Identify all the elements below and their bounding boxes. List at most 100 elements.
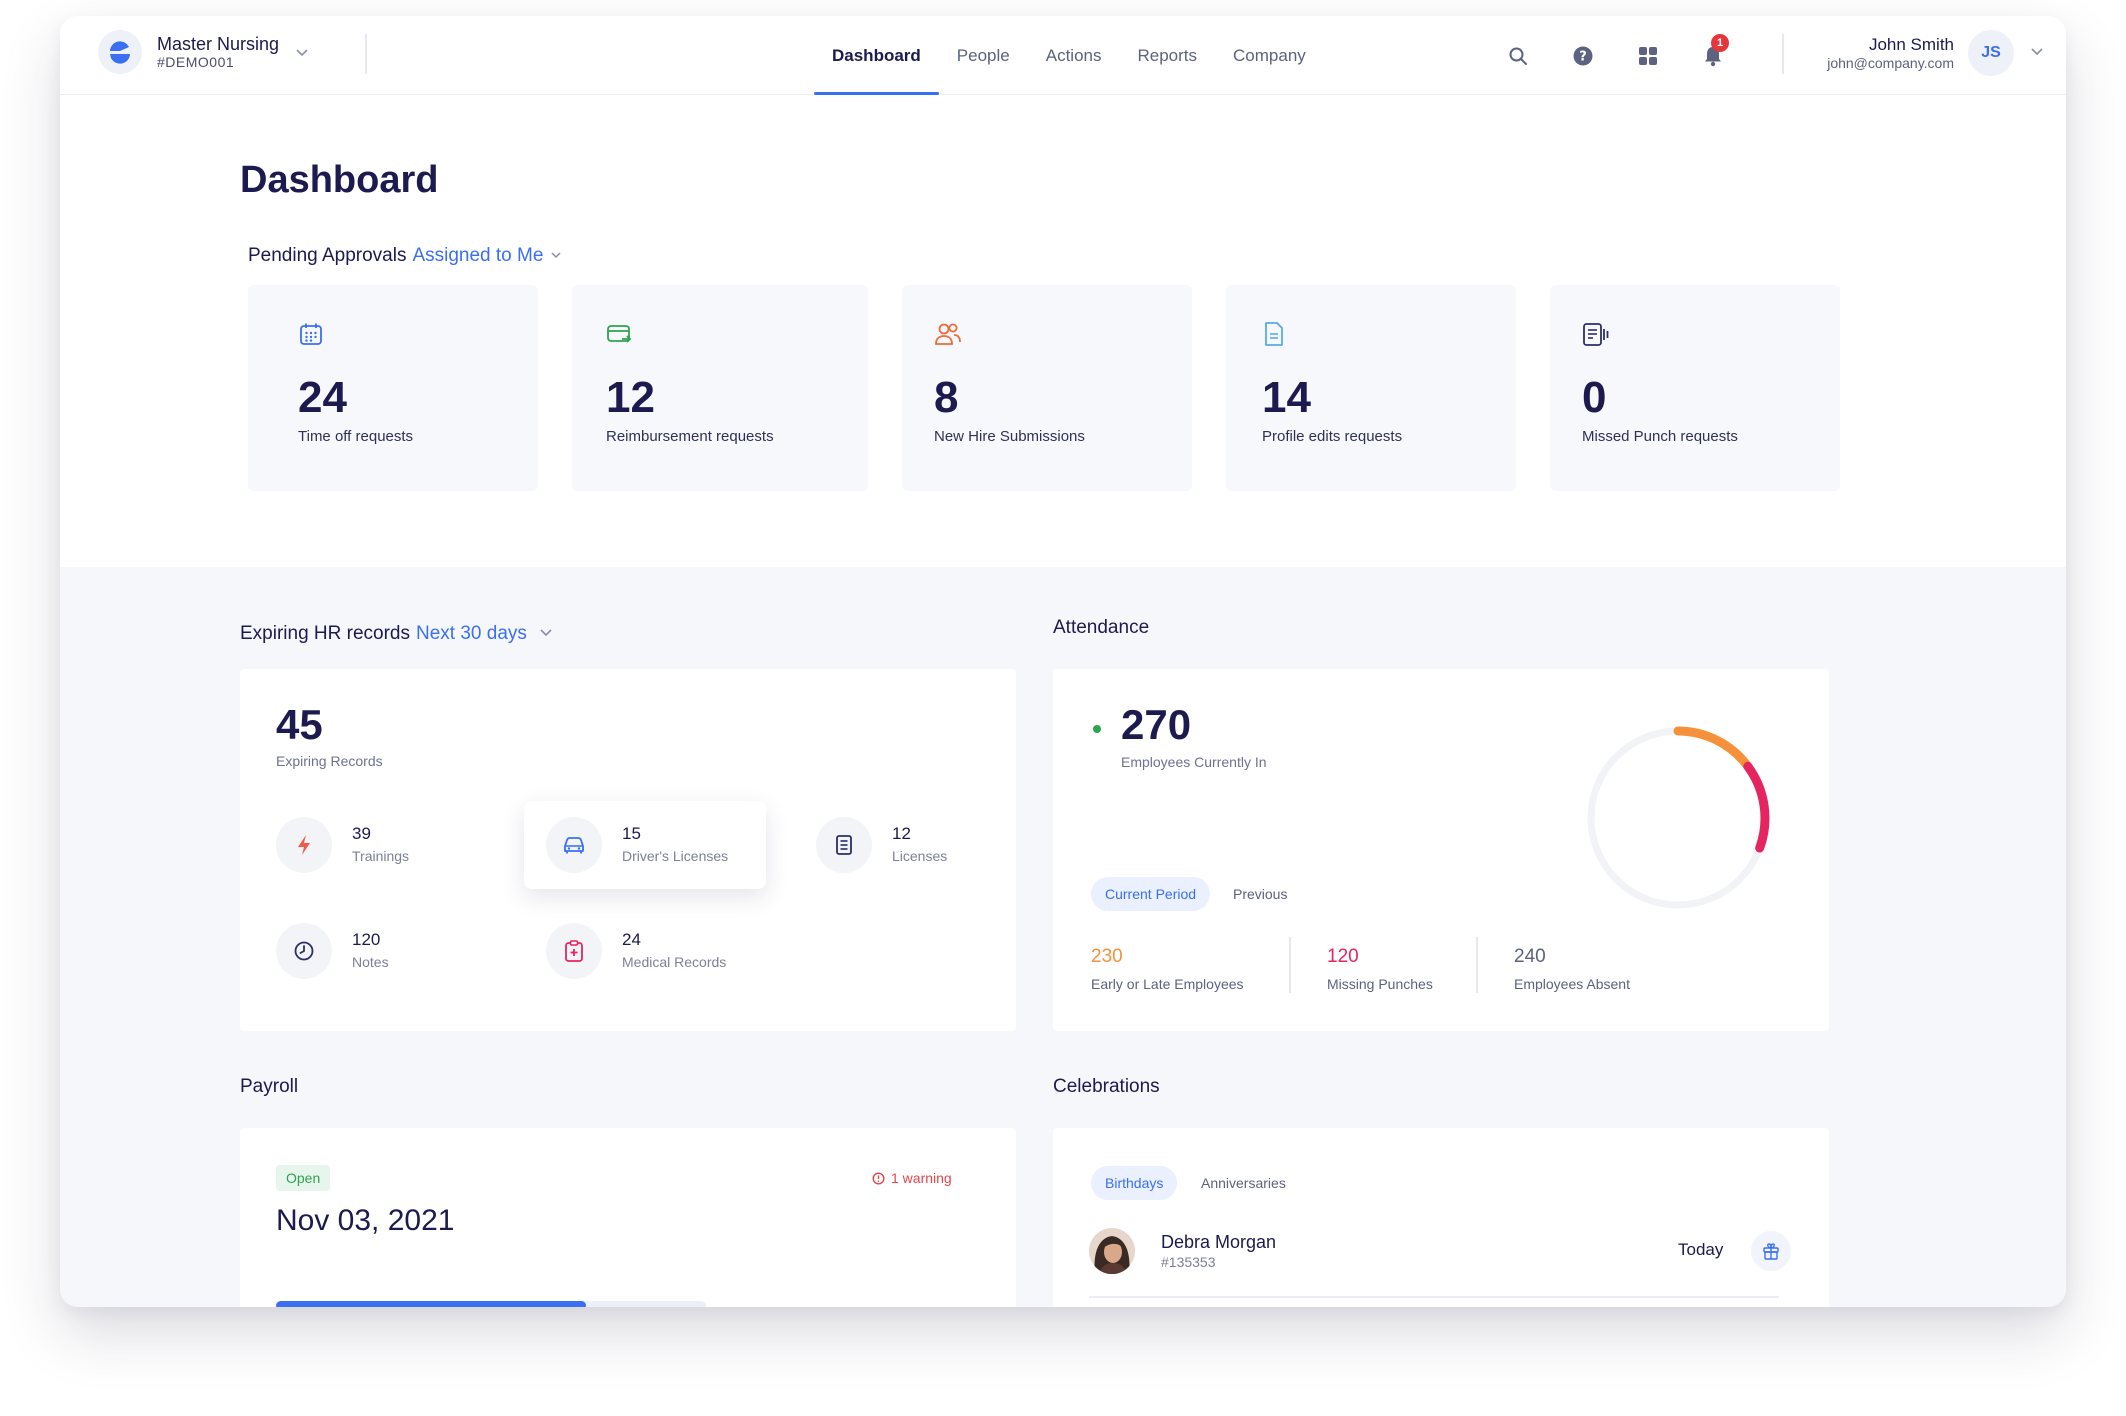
pending-label: Profile edits requests [1262,428,1403,445]
company-logo-icon [98,30,142,74]
pending-card-new-hire[interactable]: 8 New Hire Submissions [902,285,1192,491]
card-transfer-icon [606,321,632,352]
item-count: 15 [622,824,641,843]
pending-count: 12 [606,373,655,422]
item-count: 39 [352,824,371,843]
tab-anniversaries[interactable]: Anniversaries [1187,1166,1300,1200]
celebrations-panel: Birthdays Anniversaries Debra Morgan #13… [1053,1128,1829,1307]
divider [1476,937,1478,993]
expiring-item-notes[interactable]: 120 Notes [276,923,389,979]
chevron-down-icon[interactable] [295,45,309,64]
medical-clipboard-icon [546,923,602,979]
payroll-panel[interactable]: Open 1 warning Nov 03, 2021 [240,1128,1016,1307]
pending-approvals-header: Pending Approvals Assigned to Me [248,245,562,267]
person-name: Debra Morgan [1161,1232,1277,1252]
apps-grid-icon[interactable] [1630,38,1666,74]
item-count: 120 [352,930,381,949]
expiring-records-title: Expiring HR records [240,623,410,644]
pending-count: 0 [1582,373,1607,422]
attendance-donut-chart [1587,726,1770,909]
users-icon [934,321,962,352]
user-name: John Smith [1868,35,1954,54]
clock-icon [276,923,332,979]
page-title: Dashboard [240,159,439,201]
nav-company[interactable]: Company [1215,16,1324,95]
stat-label: Missing Punches [1327,976,1433,992]
warning-icon [872,1171,885,1185]
expiring-item-drivers-licenses[interactable]: 15 Driver's Licenses [546,817,728,873]
gift-icon[interactable] [1751,1231,1791,1271]
expiring-item-licenses[interactable]: 12 Licenses [816,817,947,873]
top-navigation-bar: Master Nursing #DEMO001 Dashboard People… [60,16,2066,95]
nav-dashboard[interactable]: Dashboard [814,16,939,95]
pending-filter-dropdown[interactable]: Assigned to Me [412,245,543,267]
pending-card-reimbursement[interactable]: 12 Reimbursement requests [572,285,868,491]
stat-missing-punches: 120 Missing Punches [1327,945,1433,999]
donut-segment-early-late [1673,726,1753,771]
dashboard-widgets-area: Expiring HR records Next 30 days 45 Expi… [60,567,2066,1307]
expiring-records-header: Expiring HR records Next 30 days [240,623,553,645]
item-label: Trainings [352,848,410,864]
item-label: Licenses [892,848,948,864]
user-menu[interactable]: John Smith john@company.com JS [1827,30,2044,76]
chevron-down-icon[interactable] [2030,44,2044,63]
chevron-down-icon[interactable] [539,623,553,645]
item-label: Medical Records [622,954,727,970]
pending-label: Time off requests [298,428,414,445]
pending-card-profile-edits[interactable]: 14 Profile edits requests [1226,285,1516,491]
payroll-title: Payroll [240,1076,299,1097]
stat-label: Employees Absent [1514,976,1630,992]
license-doc-icon [816,817,872,873]
punch-card-icon [1582,321,1610,352]
stat-employees-absent: 240 Employees Absent [1514,945,1630,999]
chevron-down-icon[interactable] [550,245,562,267]
bell-icon[interactable]: 1 [1695,34,1731,74]
payroll-warning[interactable]: 1 warning [872,1170,952,1186]
user-email: john@company.com [1827,55,1954,71]
divider [1089,1296,1779,1298]
celebrations-title: Celebrations [1053,1076,1160,1097]
nav-actions[interactable]: Actions [1028,16,1120,95]
pending-card-time-off[interactable]: 24 Time off requests [248,285,538,491]
attendance-panel: 270 Employees Currently In Current Perio… [1053,669,1829,1031]
stat-label: Early or Late Employees [1091,976,1244,992]
celebration-date: Today [1678,1240,1724,1259]
nav-reports[interactable]: Reports [1119,16,1215,95]
warning-text: 1 warning [891,1170,952,1186]
tab-birthdays[interactable]: Birthdays [1091,1166,1178,1200]
celebration-person[interactable]: Debra Morgan #135353 [1089,1228,1276,1274]
search-icon[interactable] [1500,38,1536,74]
pending-count: 8 [934,373,959,422]
car-icon [546,817,602,873]
lightning-icon [276,817,332,873]
divider [1289,937,1291,993]
attendance-title: Attendance [1053,617,1150,638]
item-label: Driver's Licenses [622,848,729,864]
organization-switcher[interactable]: Master Nursing #DEMO001 [98,30,309,74]
avatar [1089,1228,1135,1274]
stat-early-late: 230 Early or Late Employees [1091,945,1244,999]
status-dot [1093,725,1101,733]
expiring-filter-dropdown[interactable]: Next 30 days [416,623,527,645]
nav-people[interactable]: People [939,16,1028,95]
document-icon [1262,321,1286,352]
donut-segment-missing-punches [1743,761,1770,853]
divider [365,34,367,74]
expiring-item-trainings[interactable]: 39 Trainings [276,817,409,873]
pending-label: Missed Punch requests [1582,428,1738,445]
pending-count: 14 [1262,373,1311,422]
help-icon[interactable]: ? [1565,38,1601,74]
progress-fill [276,1301,586,1307]
attendance-value: 270 [1121,701,1192,748]
divider [1782,34,1784,74]
notification-badge: 1 [1711,34,1729,52]
organization-code: #DEMO001 [157,54,235,70]
expiring-item-medical-records[interactable]: 24 Medical Records [546,923,726,979]
pending-card-missed-punch[interactable]: 0 Missed Punch requests [1550,285,1840,491]
tab-previous-period[interactable]: Previous [1219,877,1301,911]
tab-current-period[interactable]: Current Period [1091,877,1211,911]
payroll-progress-bar [276,1301,706,1307]
payroll-date: Nov 03, 2021 [276,1204,455,1237]
expiring-records-panel: 45 Expiring Records 39 Trainings 15 Driv… [240,669,1016,1031]
avatar[interactable]: JS [1968,30,2014,76]
